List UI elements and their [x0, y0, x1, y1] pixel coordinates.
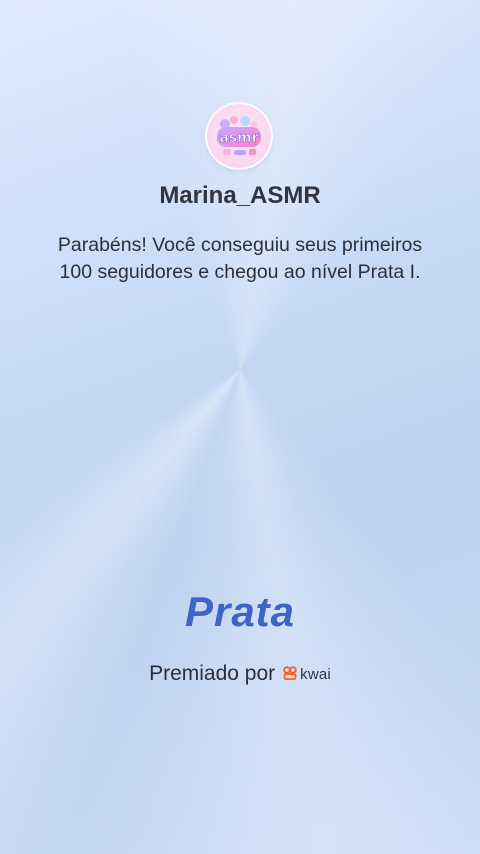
avatar[interactable]: asmr — [207, 104, 271, 168]
username: Marina_ASMR — [159, 182, 321, 209]
level-name: Prata — [184, 588, 296, 635]
awarded-by-label: Premiado por — [149, 662, 276, 685]
achievement-message: Parabéns! Você conseguiu seus primeiros … — [57, 234, 423, 283]
kwai-brand: kwai — [283, 662, 331, 686]
kwai-logo-icon — [283, 662, 297, 686]
asmr-avatar-image: asmr — [207, 104, 271, 168]
avatar-text: asmr — [219, 130, 258, 146]
achievement-screen: asmr Marina_ASMR Parabéns! Você consegui… — [0, 0, 480, 854]
awarded-by: Premiado por kwai — [0, 662, 480, 686]
kwai-brand-name: kwai — [300, 665, 331, 683]
